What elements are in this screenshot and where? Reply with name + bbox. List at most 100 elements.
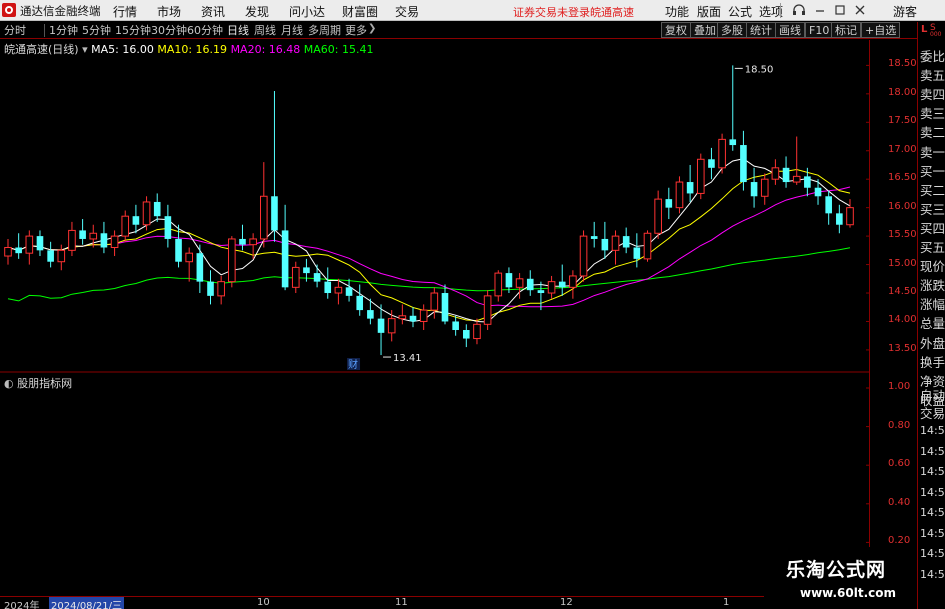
candle	[79, 219, 86, 245]
period-intraday[interactable]: 分时	[4, 23, 26, 38]
kline-chart[interactable]: 18.50 13.41 财	[0, 40, 870, 596]
period-more[interactable]: 更多	[345, 23, 367, 38]
candle-body	[729, 139, 737, 146]
candle-body	[643, 232, 652, 260]
trade-login-status[interactable]: 证券交易未登录	[513, 4, 590, 20]
add-watchlist-button[interactable]: +自选	[861, 22, 901, 38]
menu-ask-xiaoda[interactable]: 问小达	[289, 3, 325, 20]
maximize-icon[interactable]	[833, 3, 847, 17]
candle-body	[526, 278, 534, 291]
period-monthly[interactable]: 月线	[281, 23, 303, 38]
menu-news[interactable]: 资讯	[201, 3, 225, 20]
period-1min[interactable]: 1分钟	[49, 23, 78, 38]
candle	[537, 281, 545, 311]
candle	[334, 278, 343, 305]
sub-tick-label: 1.00	[888, 381, 911, 392]
period-5min[interactable]: 5分钟	[82, 23, 111, 38]
period-30min[interactable]: 30分钟	[151, 23, 187, 38]
more-dropdown-icon[interactable]: ❯	[368, 23, 376, 34]
period-multi[interactable]: 多周期	[308, 23, 341, 38]
candle	[643, 230, 652, 262]
candle-body	[356, 295, 364, 311]
candle-body	[654, 198, 662, 234]
month-label-10: 10	[257, 597, 270, 608]
candle-body	[750, 182, 758, 197]
menu-bar: 通达信金融终端 行情 市场 资讯 发现 问小达 财富圈 交易 证券交易未登录 皖…	[0, 0, 945, 21]
candle-body	[505, 273, 513, 288]
candle	[740, 130, 747, 191]
period-15min[interactable]: 15分钟	[115, 23, 151, 38]
month-label-12: 12	[560, 597, 573, 608]
candle	[622, 227, 630, 254]
candle-body	[718, 138, 726, 169]
menu-market[interactable]: 市场	[157, 3, 181, 20]
candle-body	[291, 266, 300, 288]
candle	[15, 233, 22, 259]
candle-body	[175, 238, 182, 262]
candle	[398, 304, 407, 325]
sub-tick-label: 0.40	[888, 496, 911, 508]
candle-body	[271, 196, 278, 231]
menu-trade[interactable]: 交易	[395, 3, 419, 20]
quote-label: 卖二	[920, 125, 945, 141]
quote-label: 委比	[920, 49, 945, 64]
chart-settings-icon[interactable]: ▾	[82, 43, 91, 56]
ma10-value: MA10: 16.19	[157, 43, 228, 56]
candle	[387, 310, 396, 342]
candle	[25, 230, 34, 265]
candle	[590, 221, 598, 248]
candle	[47, 241, 54, 268]
period-60min[interactable]: 60分钟	[187, 23, 223, 38]
mark-button[interactable]: 标记	[831, 22, 861, 38]
candle	[4, 238, 12, 265]
candle-body	[79, 230, 86, 239]
candle	[185, 247, 193, 282]
trade-time: 14:56	[920, 485, 945, 499]
statistics-button[interactable]: 统计	[746, 22, 776, 38]
price-tick-label: 13.50	[888, 342, 917, 354]
quote-label: 交易	[920, 406, 945, 421]
candle-body	[590, 236, 598, 239]
candle-body	[611, 235, 620, 251]
candle	[36, 230, 44, 257]
candle-body	[47, 250, 54, 262]
candle	[760, 173, 769, 205]
menu-layout[interactable]: 版面	[697, 3, 721, 20]
adjust-price-button[interactable]: 复权	[661, 22, 691, 38]
candle-body	[185, 252, 193, 263]
period-weekly[interactable]: 周线	[254, 23, 276, 38]
overlay-button[interactable]: 叠加	[690, 22, 720, 38]
candle-body	[334, 286, 343, 294]
multi-stock-button[interactable]: 多股	[717, 22, 747, 38]
candle-body	[207, 281, 214, 296]
candle-body	[804, 176, 811, 188]
candle-body	[601, 238, 609, 251]
draw-line-button[interactable]: 画线	[775, 22, 805, 38]
event-badge: 财	[348, 358, 358, 371]
menu-discover[interactable]: 发现	[245, 3, 269, 20]
menu-quotes[interactable]: 行情	[113, 3, 137, 20]
menu-wealth-circle[interactable]: 财富圈	[342, 3, 378, 20]
candle	[526, 270, 534, 296]
f10-button[interactable]: F10	[805, 22, 834, 38]
menu-functions[interactable]: 功能	[665, 3, 689, 20]
close-icon[interactable]	[853, 3, 867, 17]
sub-indicator-settings-icon[interactable]: ◐	[4, 377, 14, 390]
sub-tick-label: 0.20	[888, 535, 911, 547]
candle-body	[494, 272, 503, 297]
period-daily[interactable]: 日线	[227, 23, 249, 38]
minimize-icon[interactable]	[813, 3, 827, 17]
headset-icon[interactable]	[792, 3, 806, 17]
candle-body	[228, 238, 236, 283]
quote-label: 现价	[920, 259, 945, 275]
candle-body	[100, 233, 108, 248]
quote-label: 卖一	[920, 144, 945, 160]
candle-body	[377, 318, 385, 333]
candle-body	[217, 281, 225, 297]
chart-grid	[0, 40, 870, 596]
year-label: 2024年	[4, 601, 40, 609]
guest-user[interactable]: 游客	[893, 3, 917, 20]
candle-body	[25, 235, 34, 254]
menu-formula[interactable]: 公式	[728, 3, 752, 20]
candle-body	[409, 315, 417, 322]
